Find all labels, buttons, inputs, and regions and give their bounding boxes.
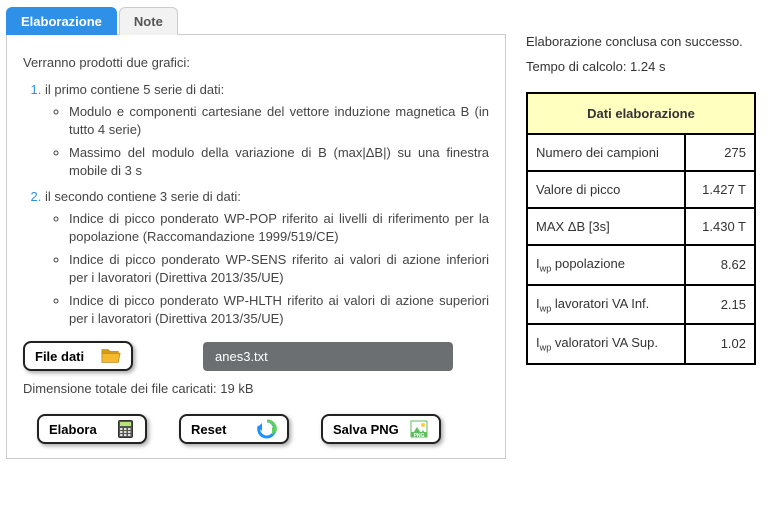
results-title: Dati elaborazione (527, 93, 755, 134)
table-cell-value: 1.02 (685, 324, 755, 364)
table-cell-label: Valore di picco (527, 171, 685, 208)
status-success: Elaborazione conclusa con successo. (526, 34, 756, 49)
png-icon: PNG (409, 421, 429, 437)
list-item-2-sub-1: Indice di picco ponderato WP-POP riferit… (69, 210, 489, 245)
list-item-2-sub-2: Indice di picco ponderato WP-SENS riferi… (69, 251, 489, 286)
tab-note[interactable]: Note (119, 7, 178, 35)
elabora-label: Elabora (49, 422, 97, 437)
results-body: Numero dei campioni275Valore di picco1.4… (527, 134, 755, 364)
list-item-1-sub-2: Massimo del modulo della variazione di B… (69, 144, 489, 179)
table-cell-label: MAX ΔB [3s] (527, 208, 685, 245)
table-cell-value: 2.15 (685, 285, 755, 325)
table-row: Iwp valoratori VA Sup.1.02 (527, 324, 755, 364)
table-cell-value: 1.430 T (685, 208, 755, 245)
file-name-display: anes3.txt (203, 342, 453, 371)
table-row: MAX ΔB [3s]1.430 T (527, 208, 755, 245)
table-cell-value: 275 (685, 134, 755, 171)
table-cell-label: Iwp popolazione (527, 245, 685, 285)
results-table: Dati elaborazione Numero dei campioni275… (526, 92, 756, 365)
svg-text:PNG: PNG (413, 433, 424, 438)
reset-label: Reset (191, 422, 226, 437)
calculator-icon (115, 421, 135, 437)
intro-text: Verranno prodotti due grafici: (23, 55, 489, 70)
list-item-1-label: il primo contiene 5 serie di dati: (45, 82, 224, 97)
tab-elaborazione[interactable]: Elaborazione (6, 7, 117, 35)
status-block: Elaborazione conclusa con successo. Temp… (526, 34, 756, 74)
folder-icon (101, 348, 121, 364)
reset-button[interactable]: Reset (179, 414, 289, 444)
file-dati-button[interactable]: File dati (23, 341, 133, 371)
list-item-2-label: il secondo contiene 3 serie di dati: (45, 189, 241, 204)
elabora-button[interactable]: Elabora (37, 414, 147, 444)
table-cell-label: Numero dei campioni (527, 134, 685, 171)
list-item-2: il secondo contiene 3 serie di dati: Ind… (45, 189, 489, 327)
panel-elaborazione: Verranno prodotti due grafici: il primo … (6, 35, 506, 459)
table-cell-label: Iwp lavoratori VA Inf. (527, 285, 685, 325)
list-item-2-sub-3: Indice di picco ponderato WP-HLTH riferi… (69, 292, 489, 327)
table-row: Iwp lavoratori VA Inf.2.15 (527, 285, 755, 325)
status-time: Tempo di calcolo: 1.24 s (526, 59, 756, 74)
table-cell-value: 8.62 (685, 245, 755, 285)
list-item-1: il primo contiene 5 serie di dati: Modul… (45, 82, 489, 179)
file-dati-label: File dati (35, 349, 84, 364)
table-cell-value: 1.427 T (685, 171, 755, 208)
table-row: Valore di picco1.427 T (527, 171, 755, 208)
salva-png-label: Salva PNG (333, 422, 399, 437)
table-row: Iwp popolazione8.62 (527, 245, 755, 285)
list-item-1-sub-1: Modulo e componenti cartesiane del vetto… (69, 103, 489, 138)
refresh-icon (257, 421, 277, 437)
table-cell-label: Iwp valoratori VA Sup. (527, 324, 685, 364)
file-size-line: Dimensione totale dei file caricati: 19 … (23, 381, 489, 396)
salva-png-button[interactable]: Salva PNG PNG (321, 414, 441, 444)
table-row: Numero dei campioni275 (527, 134, 755, 171)
